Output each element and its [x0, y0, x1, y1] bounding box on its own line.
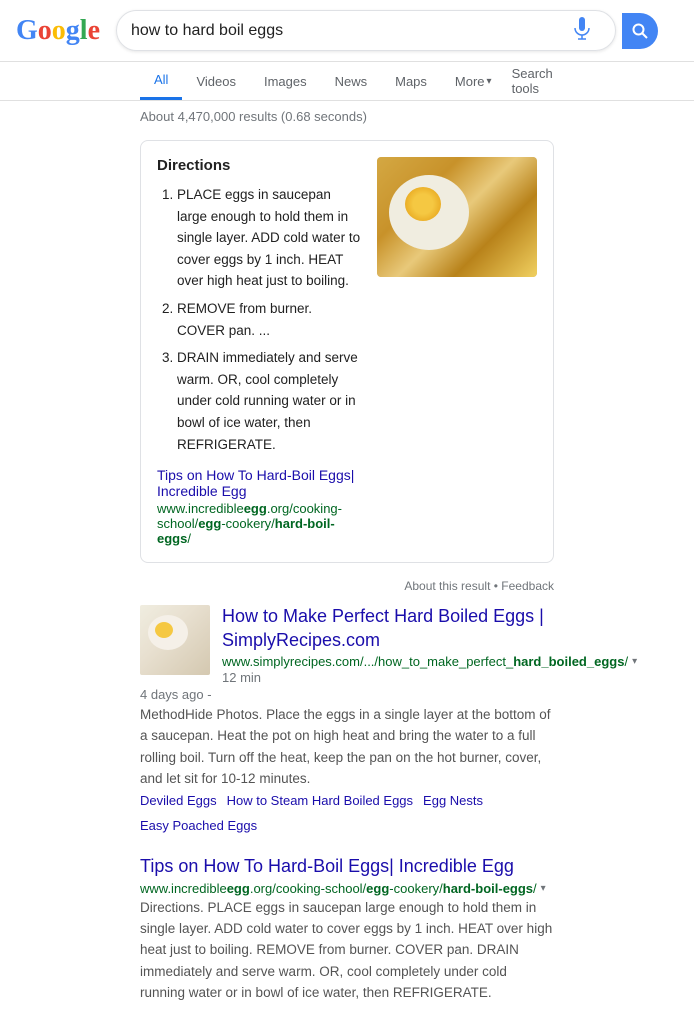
feedback-link[interactable]: Feedback	[501, 579, 554, 593]
result-2-link[interactable]: Tips on How To Hard-Boil Eggs| Incredibl…	[140, 856, 514, 876]
featured-url: www.incredibleegg.org/cooking-school/egg…	[157, 501, 361, 546]
logo-o1: o	[38, 15, 52, 47]
result-1-date: 4 days ago -	[140, 687, 554, 702]
related-deviled-eggs[interactable]: Deviled Eggs	[140, 793, 217, 808]
step-3: DRAIN immediately and serve warm. OR, co…	[177, 347, 361, 455]
step-1: PLACE eggs in saucepan large enough to h…	[177, 184, 361, 292]
result-1-link[interactable]: How to Make Perfect Hard Boiled Eggs | S…	[222, 606, 544, 649]
result-1-url: www.simplyrecipes.com/.../how_to_make_pe…	[222, 654, 554, 669]
featured-link: Tips on How To Hard-Boil Eggs| Incredibl…	[157, 467, 361, 546]
about-result: About this result • Feedback	[0, 575, 694, 597]
nav-item-maps[interactable]: Maps	[381, 64, 441, 99]
google-logo: G o o g l e	[16, 15, 100, 47]
result-2-snippet: Directions. PLACE eggs in saucepan large…	[140, 897, 554, 1004]
featured-image	[377, 157, 537, 277]
result-date: 4 days ago -	[140, 687, 212, 702]
result-1-thumbnail	[140, 605, 210, 675]
url-dropdown-icon[interactable]: ▾	[632, 656, 637, 667]
nav: All Videos Images News Maps More ▾ Searc…	[0, 62, 694, 101]
featured-content: Directions PLACE eggs in saucepan large …	[157, 157, 377, 546]
result-2-url: www.incredibleegg.org/cooking-school/egg…	[140, 881, 554, 896]
featured-list: PLACE eggs in saucepan large enough to h…	[157, 184, 361, 455]
nav-item-videos[interactable]: Videos	[182, 64, 250, 99]
related-steam[interactable]: How to Steam Hard Boiled Eggs	[227, 793, 413, 808]
url2-dropdown-icon[interactable]: ▾	[541, 883, 546, 894]
related-nests[interactable]: Egg Nests	[423, 793, 483, 808]
featured-snippet: Directions PLACE eggs in saucepan large …	[140, 140, 554, 563]
logo-g2: g	[66, 15, 80, 47]
logo-g: G	[16, 15, 38, 47]
cook-time: 12 min	[222, 670, 261, 685]
nav-item-images[interactable]: Images	[250, 64, 321, 99]
result-1-snippet: MethodHide Photos. Place the eggs in a s…	[140, 704, 554, 789]
nav-item-news[interactable]: News	[321, 64, 382, 99]
about-text: About this result	[404, 579, 490, 593]
step-2: REMOVE from burner. COVER pan. ...	[177, 298, 361, 341]
nav-item-all[interactable]: All	[140, 62, 182, 100]
result-2-title: Tips on How To Hard-Boil Eggs| Incredibl…	[140, 855, 554, 878]
search-button[interactable]	[622, 13, 658, 49]
more-arrow-icon: ▾	[487, 76, 492, 87]
featured-title: Directions	[157, 157, 361, 174]
mic-icon[interactable]	[573, 17, 591, 44]
header: G o o g l e	[0, 0, 694, 62]
logo-o2: o	[52, 15, 66, 47]
result-1-related: Deviled Eggs How to Steam Hard Boiled Eg…	[140, 793, 554, 833]
nav-item-more[interactable]: More ▾	[441, 64, 506, 99]
result-2: Tips on How To Hard-Boil Eggs| Incredibl…	[0, 847, 694, 1017]
search-bar	[116, 10, 616, 51]
egg-yolk	[405, 187, 441, 221]
related-poached[interactable]: Easy Poached Eggs	[140, 818, 257, 833]
egg-illustration	[377, 157, 537, 277]
results-count: About 4,470,000 results (0.68 seconds)	[0, 101, 694, 132]
search-tools-button[interactable]: Search tools	[512, 66, 554, 96]
result-1: How to Make Perfect Hard Boiled Eggs | S…	[0, 597, 694, 847]
search-input[interactable]	[131, 22, 573, 40]
featured-result-link[interactable]: Tips on How To Hard-Boil Eggs| Incredibl…	[157, 467, 354, 499]
logo-e: e	[88, 15, 100, 47]
logo-l: l	[80, 15, 88, 47]
